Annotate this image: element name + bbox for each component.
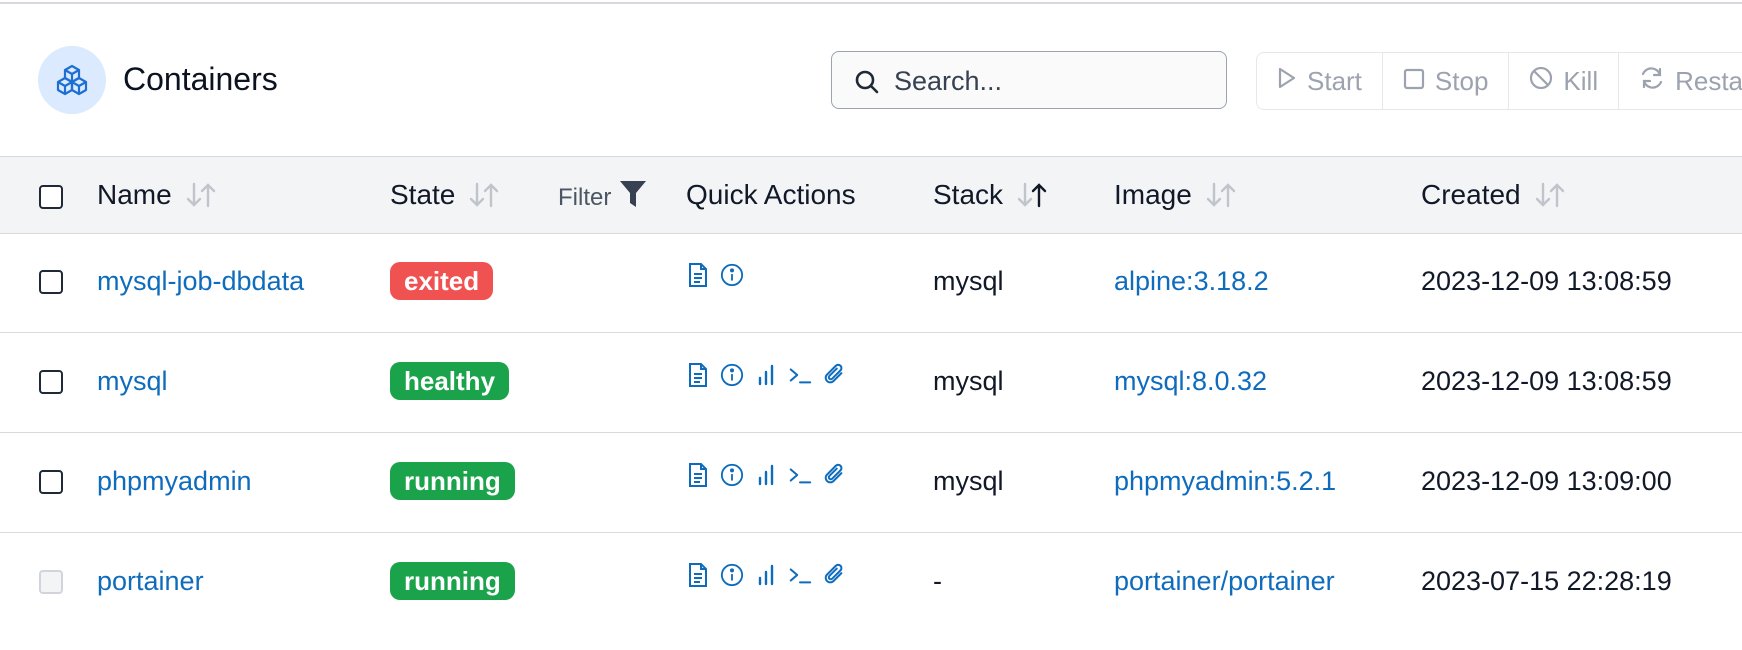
stack-value: mysql [933,266,1004,296]
created-value: 2023-07-15 22:28:19 [1421,566,1672,596]
column-name[interactable]: Name [97,179,218,211]
kill-button[interactable]: Kill [1509,53,1620,109]
image-link[interactable]: alpine:3.18.2 [1114,266,1269,297]
status-badge: healthy [390,362,510,400]
cubes-icon [38,46,106,114]
stop-icon [1403,66,1425,97]
start-label: Start [1307,65,1362,96]
column-stack[interactable]: Stack [933,179,1049,211]
restart-button[interactable]: Restart [1619,53,1742,109]
created-value: 2023-12-09 13:09:00 [1421,466,1672,496]
status-badge: running [390,562,515,600]
quick-actions [686,462,846,488]
filter-icon [619,179,647,216]
table-row: mysql healthy mysql mysql:8.0.32 2023-12… [0,332,1742,433]
search-icon [854,69,880,100]
filter-label: Filter [558,183,612,211]
column-stack-label: Stack [933,179,1004,210]
sort-icon [184,181,218,209]
kill-label: Kill [1563,65,1599,96]
column-name-label: Name [97,179,172,210]
info-icon[interactable] [720,462,744,488]
container-name-link[interactable]: mysql [97,366,168,397]
image-link[interactable]: phpmyadmin:5.2.1 [1114,466,1336,497]
stack-value: - [933,566,942,596]
quick-actions [686,562,846,588]
stats-icon[interactable] [754,562,778,588]
info-icon[interactable] [720,562,744,588]
container-name-link[interactable]: mysql-job-dbdata [97,266,304,297]
stack-value: mysql [933,366,1004,396]
column-state-label: State [390,179,456,210]
status-badge: running [390,462,515,500]
logs-icon[interactable] [686,262,710,288]
container-actions: Start Stop Kill Restart [1256,52,1742,110]
stop-button[interactable]: Stop [1383,53,1510,109]
sort-icon [1204,181,1238,209]
page-title: Containers [123,61,278,97]
attach-icon[interactable] [822,562,846,588]
column-created[interactable]: Created [1421,179,1567,211]
search-box[interactable] [831,51,1227,109]
attach-icon[interactable] [822,462,846,488]
row-checkbox [39,570,63,594]
status-badge: exited [390,262,494,300]
containers-panel: Containers Start Stop Kill [0,2,1742,632]
info-icon[interactable] [720,262,744,288]
console-icon[interactable] [788,562,812,588]
column-state[interactable]: State [390,179,501,211]
logs-icon[interactable] [686,362,710,388]
logs-icon[interactable] [686,562,710,588]
stack-value: mysql [933,466,1004,496]
table-header: Name State Filter Quick Actions Stack Im… [0,156,1742,234]
column-quick-actions-label: Quick Actions [686,179,856,210]
quick-actions [686,362,846,388]
attach-icon[interactable] [822,362,846,388]
logs-icon[interactable] [686,462,710,488]
image-link[interactable]: mysql:8.0.32 [1114,366,1267,397]
state-filter-button[interactable]: Filter [558,179,647,216]
stop-label: Stop [1434,65,1489,96]
created-value: 2023-12-09 13:08:59 [1421,266,1672,296]
container-name-link[interactable]: portainer [97,566,204,597]
console-icon[interactable] [788,462,812,488]
column-quick-actions: Quick Actions [686,179,856,211]
table-row: phpmyadmin running mysql phpmyadmin:5.2.… [0,432,1742,533]
table-row: mysql-job-dbdata exited mysql alpine:3.1… [0,232,1742,333]
row-checkbox[interactable] [39,370,63,394]
row-checkbox[interactable] [39,270,63,294]
sort-asc-icon [1015,181,1049,209]
stats-icon[interactable] [754,362,778,388]
image-link[interactable]: portainer/portainer [1114,566,1335,597]
sort-icon [1533,181,1567,209]
column-image[interactable]: Image [1114,179,1238,211]
restart-label: Restart [1675,65,1742,96]
play-icon [1277,66,1297,97]
refresh-icon [1639,66,1665,97]
search-input[interactable] [892,62,1216,100]
sort-icon [467,181,501,209]
created-value: 2023-12-09 13:08:59 [1421,366,1672,396]
start-button[interactable]: Start [1257,53,1383,109]
select-all-checkbox[interactable] [39,185,63,209]
container-name-link[interactable]: phpmyadmin [97,466,252,497]
table-row: portainer running - portainer/portainer … [0,532,1742,632]
column-created-label: Created [1421,179,1521,210]
column-image-label: Image [1114,179,1192,210]
row-checkbox[interactable] [39,470,63,494]
ban-icon [1529,66,1553,97]
console-icon[interactable] [788,362,812,388]
stats-icon[interactable] [754,462,778,488]
info-icon[interactable] [720,362,744,388]
quick-actions [686,262,744,288]
